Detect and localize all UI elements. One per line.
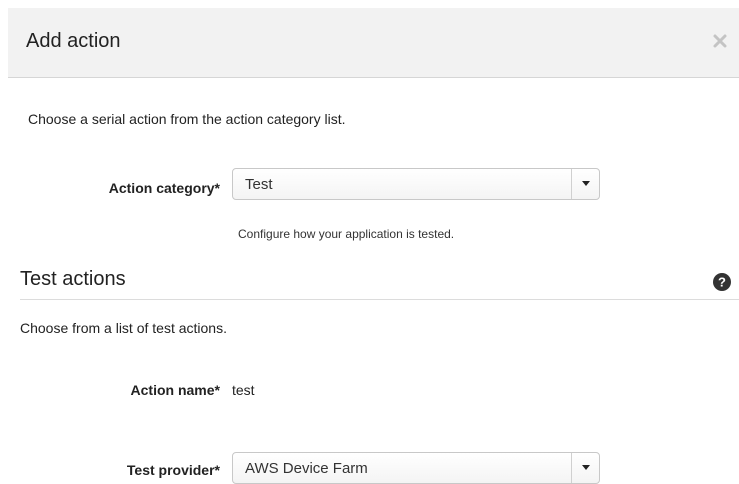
test-actions-description: Choose from a list of test actions. — [20, 320, 227, 336]
test-provider-select[interactable]: AWS Device Farm — [232, 452, 600, 484]
action-category-label: Action category* — [108, 180, 220, 196]
action-category-select[interactable]: Test — [232, 168, 600, 200]
section-divider — [20, 299, 739, 300]
question-circle-icon[interactable]: ? — [712, 272, 732, 292]
chevron-down-icon — [571, 453, 599, 483]
action-category-help-text: Configure how your application is tested… — [238, 227, 455, 241]
action-name-label: Action name* — [130, 382, 220, 398]
test-provider-label: Test provider* — [126, 462, 220, 478]
dialog-title: Add action — [26, 30, 121, 52]
svg-text:?: ? — [718, 275, 726, 290]
chevron-down-icon — [571, 169, 599, 199]
dialog-header: Add action — [8, 8, 739, 78]
action-name-value: test — [232, 382, 255, 398]
close-icon[interactable] — [711, 32, 729, 50]
action-category-selected-value: Test — [245, 176, 273, 193]
test-provider-selected-value: AWS Device Farm — [245, 460, 368, 477]
page-top-strip — [0, 0, 739, 8]
test-actions-heading: Test actions — [20, 268, 126, 290]
intro-text: Choose a serial action from the action c… — [28, 111, 346, 127]
